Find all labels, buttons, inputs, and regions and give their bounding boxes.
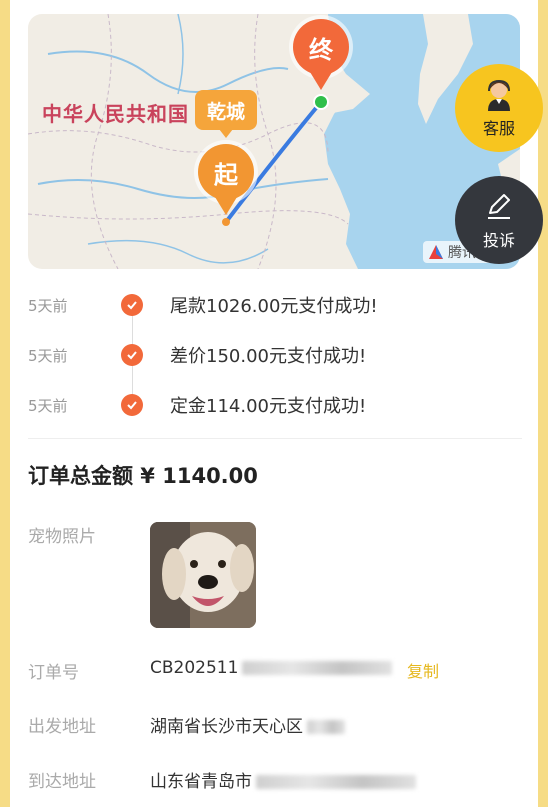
timeline-text: 差价150.00元支付成功! [170,346,367,367]
dog-image [150,522,256,628]
complaint-button[interactable]: 投诉 [455,176,543,264]
blurred-text [256,775,416,789]
route-map[interactable]: 中华人民共和国 乾城 起 终 腾讯地图 [28,14,520,269]
copy-button[interactable]: 复制 [407,658,439,682]
timeline-time: 5天前 [28,396,68,415]
timeline-item: 5天前 尾款1026.00元支付成功! [28,280,520,330]
order-number-value: CB202511 [150,658,393,678]
timeline-text: 定金114.00元支付成功! [170,396,367,417]
timeline-item: 5天前 差价150.00元支付成功! [28,330,520,380]
payment-timeline: 5天前 尾款1026.00元支付成功! 5天前 差价150.00元支付成功! 5… [28,280,520,430]
end-pin: 终 [293,19,349,90]
blurred-text [307,720,345,734]
complaint-label: 投诉 [482,231,515,250]
end-pin-label: 终 [309,35,333,64]
country-label: 中华人民共和国 [42,102,189,126]
departure-address-value: 湖南省长沙市天心区 [150,712,345,737]
customer-service-button[interactable]: 客服 [455,64,543,152]
arrival-address-label: 到达地址 [28,772,96,792]
blurred-text [242,661,393,675]
check-icon [121,294,143,316]
pencil-icon [488,194,510,219]
start-pin: 起 [198,144,254,215]
end-pin-tail [310,72,332,90]
check-icon [121,394,143,416]
section-divider [28,438,522,439]
arrival-address-text: 山东省青岛市 [150,772,252,792]
order-number-text: CB202511 [150,658,239,678]
pet-photo[interactable] [150,522,256,628]
order-number-label: 订单号 [28,663,79,683]
order-total: 订单总金额 ¥ 1140.00 [28,464,258,488]
start-pin-label: 起 [214,160,238,189]
timeline-time: 5天前 [28,296,68,315]
departure-address-text: 湖南省长沙市天心区 [150,717,303,737]
timeline-item: 5天前 定金114.00元支付成功! [28,380,520,430]
city-tag: 乾城 [195,90,258,130]
timeline-text: 尾款1026.00元支付成功! [170,296,378,317]
arrival-address-value: 山东省青岛市 [150,767,416,792]
departure-address-label: 出发地址 [28,717,96,737]
check-icon [121,344,143,366]
start-pin-tail [215,197,237,215]
map-background [28,14,520,269]
tencent-map-icon [429,245,443,259]
customer-service-label: 客服 [482,119,515,138]
pet-photo-label: 宠物照片 [28,527,96,547]
timeline-time: 5天前 [28,346,68,365]
customer-service-icon [488,79,510,111]
